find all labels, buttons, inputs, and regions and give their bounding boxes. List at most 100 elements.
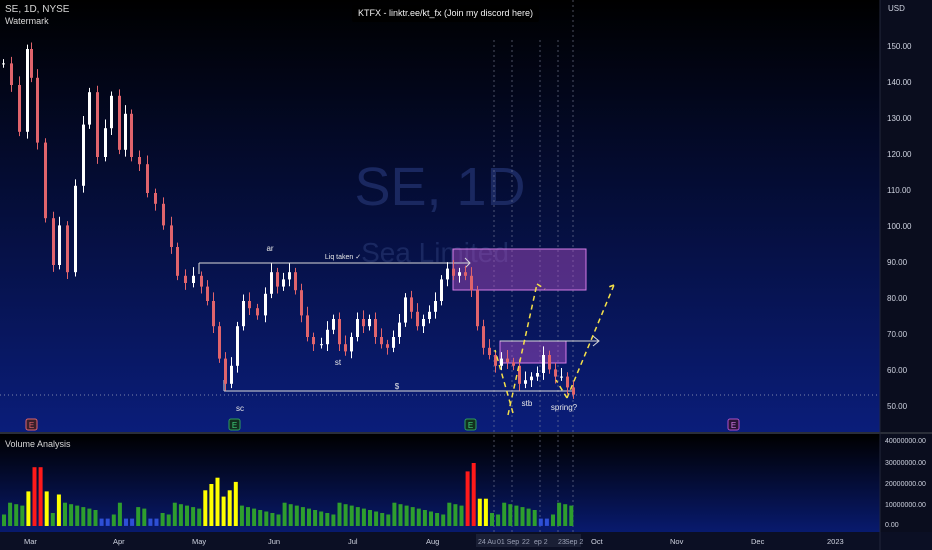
volume-bar <box>465 471 470 526</box>
volume-bar <box>185 505 189 526</box>
svg-text:E: E <box>731 421 736 430</box>
price-label: 130.00 <box>887 114 912 123</box>
annotation-liq: Liq taken ✓ <box>325 254 361 261</box>
supply-zone-lower[interactable] <box>499 340 567 364</box>
volume-bar <box>429 511 433 526</box>
candle-body <box>44 142 47 219</box>
candle-body <box>368 319 371 327</box>
candle-body <box>130 113 133 157</box>
volume-bar <box>319 511 324 526</box>
time-axis-background[interactable] <box>0 532 932 550</box>
candle-body <box>380 337 383 345</box>
price-label: 90.00 <box>887 258 908 267</box>
volume-bar <box>154 518 159 526</box>
candle-body <box>52 218 55 265</box>
time-label: Dec <box>751 537 765 546</box>
volume-bar <box>20 505 25 526</box>
candle-body <box>184 275 187 283</box>
candle-body <box>30 49 33 78</box>
volume-bar <box>355 507 360 526</box>
volume-bar <box>276 514 281 527</box>
candle-body <box>416 311 419 327</box>
candle-body <box>464 272 467 276</box>
event-marker-4[interactable]: E <box>727 418 740 431</box>
volume-bar <box>258 510 263 526</box>
candle-body <box>18 85 21 132</box>
candle-body <box>218 326 221 359</box>
candle-body <box>398 322 401 337</box>
volume-bar <box>166 514 171 527</box>
volume-bar <box>117 502 122 526</box>
time-label: 2023 <box>827 537 844 546</box>
candle-body <box>300 290 303 316</box>
annotation-st: st <box>335 358 342 367</box>
svg-text:E: E <box>232 421 237 430</box>
volume-bar <box>337 502 342 526</box>
annotation-dollar: $ <box>395 382 400 391</box>
candle-body <box>446 268 449 280</box>
volume-bar <box>544 518 549 526</box>
volume-bar <box>75 505 80 526</box>
event-marker-1[interactable]: E <box>25 418 38 431</box>
volume-bar <box>392 502 397 526</box>
candle-body <box>554 369 557 377</box>
volume-bar <box>514 505 519 526</box>
volume-bar <box>368 510 372 526</box>
candle-body <box>248 301 251 309</box>
volume-bar <box>313 510 318 526</box>
volume-bar <box>471 463 476 526</box>
event-marker-3[interactable]: E <box>464 418 477 431</box>
volume-bar <box>551 514 555 527</box>
price-label: 80.00 <box>887 294 908 303</box>
volume-bar <box>459 505 464 526</box>
candle-body <box>422 319 425 327</box>
candle-body <box>270 272 273 294</box>
currency-label[interactable]: USD <box>888 4 905 13</box>
candle-body <box>506 358 509 363</box>
volume-bar <box>374 511 379 526</box>
candle-body <box>428 311 431 319</box>
candle-body <box>2 63 5 65</box>
promo-banner[interactable]: KTFX - linktr.ee/kt_fx (Join my discord … <box>352 5 540 22</box>
chart-canvas[interactable]: SE, 1D Sea Limited ar Liq taken ✓ st $ s… <box>0 0 932 550</box>
candle-body <box>410 297 413 312</box>
candle-body <box>58 225 61 265</box>
time-label: Jun <box>268 537 280 546</box>
candle-body <box>154 193 157 204</box>
candle-body <box>566 376 569 388</box>
candle-body <box>344 344 347 352</box>
candle-body <box>146 164 149 193</box>
candle-body <box>560 376 563 378</box>
volume-bar <box>130 518 135 526</box>
indicator-title[interactable]: Watermark <box>5 16 49 26</box>
candle-body <box>10 63 13 85</box>
candle-body <box>326 329 329 345</box>
time-label: Aug <box>426 537 439 546</box>
volume-panel-title[interactable]: Volume Analysis <box>5 439 71 449</box>
volume-bar <box>325 513 330 526</box>
price-label: 70.00 <box>887 330 908 339</box>
date-marker: Sep 2 <box>565 539 583 546</box>
volume-bar <box>380 513 385 526</box>
event-marker-2[interactable]: E <box>228 418 241 431</box>
candle-body <box>230 365 233 384</box>
candle-body <box>452 268 455 276</box>
chart-root[interactable]: SE, 1D Sea Limited ar Liq taken ✓ st $ s… <box>0 0 932 550</box>
candle-body <box>356 319 359 337</box>
candle-body <box>312 337 315 345</box>
volume-bar <box>160 513 165 526</box>
candle-body <box>392 337 395 348</box>
candle-body <box>162 203 165 226</box>
candle-body <box>542 355 545 373</box>
symbol-title[interactable]: SE, 1D, NYSE <box>5 4 69 15</box>
volume-bar <box>44 491 49 526</box>
volume-bar <box>496 514 501 527</box>
candle-body <box>124 113 127 150</box>
volume-bar <box>447 502 452 526</box>
candle-body <box>236 326 239 366</box>
volume-bar <box>483 498 488 526</box>
watermark-ticker: SE, 1D <box>354 157 525 217</box>
candle-body <box>488 347 491 355</box>
volume-bar <box>349 505 354 526</box>
price-label: 140.00 <box>887 78 912 87</box>
